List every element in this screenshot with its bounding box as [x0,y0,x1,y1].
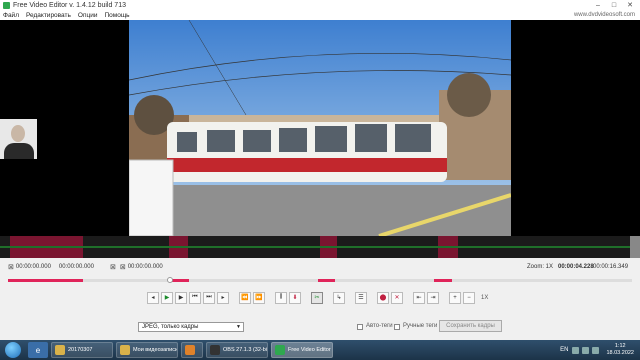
taskbar-item[interactable] [181,342,203,358]
taskbar-app-icon [55,345,65,355]
clock[interactable]: 1:12 18.03.2022 [606,343,634,357]
save-frames-button[interactable]: Сохранить кадры [439,320,502,332]
previous-frame-button[interactable]: ⏮ [189,291,201,304]
auto-tags-label: Авто-теги [366,323,393,329]
manual-tags-label: Ручные теги [403,323,438,329]
timeline-scrollbar[interactable] [630,236,640,258]
audio-waveform [0,246,640,248]
windows-start-icon [5,342,21,358]
menu-options[interactable]: Опции [78,12,98,19]
menu-help[interactable]: Помощь [104,12,129,19]
next-marker-button[interactable]: ⇥ [427,291,439,304]
video-frame[interactable] [129,20,511,236]
window-controls: – □ ✕ [590,0,638,10]
zoom-out-button[interactable]: − [463,291,475,304]
rotate-button[interactable]: ↳ [333,291,345,304]
timeline-track[interactable] [0,236,640,258]
taskbar-app-icon [120,345,130,355]
network-icon[interactable] [582,346,590,354]
scrub-bar[interactable] [8,277,632,283]
menu-bar: Файл Редактировать Опции Помощь www.dvdv… [0,11,640,20]
scrub-handle[interactable] [166,277,173,283]
maximize-button[interactable]: □ [606,0,622,10]
clock-date: 18.03.2022 [606,350,634,356]
manual-tags-checkbox[interactable] [394,324,400,330]
taskbar-item-label: Мои видеозаписи [133,347,178,353]
go-end-button[interactable]: ⏩ [253,291,265,304]
format-select[interactable]: JPEG, только кадры ▼ [138,322,244,332]
remove-marker-button[interactable]: ✕ [391,291,403,304]
settings-button[interactable]: ☰ [355,291,367,304]
play-selection-button[interactable]: ▶ [175,291,187,304]
ie-icon[interactable]: e [28,342,48,358]
add-marker-button[interactable]: ⬤ [377,291,389,304]
zoom-label: Zoom: 1X [527,264,554,270]
taskbar-item[interactable]: OBS 27.1.3 (32-bit... [206,342,268,358]
export-footer: JPEG, только кадры ▼ Авто-теги Ручные те… [0,320,640,334]
scrub-segment [8,279,83,282]
taskbar-item[interactable]: Мои видеозаписи [116,342,178,358]
zoom-in-button[interactable]: + [449,291,461,304]
time-info-row: ⊠ 00:00:00.000 00:00:00.000 ⊠ ⊠ 00:00:00… [0,262,640,272]
current-position: 00:00:04.228 [558,264,594,270]
webcam-thumbnail [0,119,37,159]
play-button[interactable]: ▶ [161,291,173,304]
windows-taskbar: e 20170307 Мои видеозаписи OBS 27.1.3 (32-… [0,340,640,360]
system-tray: EN 1:12 18.03.2022 [560,340,640,360]
step-back-button[interactable]: ◂ [147,291,159,304]
minimize-button[interactable]: – [590,0,606,10]
menu-file[interactable]: Файл [3,12,19,19]
website-link[interactable]: www.dvdvideosoft.com [574,12,635,18]
taskbar-item-label: OBS 27.1.3 (32-bit... [223,347,268,353]
scrub-segment [433,279,453,282]
taskbar-app-icon [210,345,220,355]
taskbar-item[interactable]: 20170307 [51,342,113,358]
split-button[interactable]: ⫼ [275,291,287,304]
previous-marker-button[interactable]: ⇤ [413,291,425,304]
start-button[interactable] [0,340,26,360]
mark-cut-icon[interactable]: ⊠ [120,263,126,271]
app-icon [3,2,10,9]
export-frame-button[interactable]: ⬇ [289,291,301,304]
taskbar-item[interactable]: Free Video Editor [271,342,333,358]
taskbar-app-icon [185,345,195,355]
mark-cut-time: 00:00:00.000 [127,264,163,270]
menu-edit[interactable]: Редактировать [26,12,71,19]
mark-out-time: 00:00:00.000 [58,264,94,270]
scrub-segment [318,279,335,282]
auto-tags-checkbox[interactable] [357,324,363,330]
clock-time: 1:12 [614,343,626,349]
scrub-segment [171,279,189,282]
language-indicator[interactable]: EN [560,347,568,353]
taskbar-app-icon [275,345,285,355]
mark-in-icon[interactable]: ⊠ [8,263,14,271]
taskbar-item-label: Free Video Editor [288,347,331,353]
mark-in-time: 00:00:00.000 [15,264,51,270]
mark-out-icon[interactable]: ⊠ [110,263,116,271]
chevron-down-icon: ▼ [236,324,241,330]
video-preview-area [0,20,640,236]
window-title: Free Video Editor v. 1.4.12 build 713 [13,2,126,9]
close-button[interactable]: ✕ [622,0,638,10]
cut-button[interactable]: ✂ [311,291,323,304]
title-bar: Free Video Editor v. 1.4.12 build 713 – … [0,0,640,11]
volume-icon[interactable] [592,346,600,354]
taskbar-item-label: 20170307 [68,347,93,353]
go-start-button[interactable]: ⏪ [239,291,251,304]
next-frame-button[interactable]: ⏭ [203,291,215,304]
zoom-value: 1X [481,294,489,301]
total-duration: 00:00:16.349 [593,264,629,270]
playback-controls: ◂ ▶ ▶ ⏮ ⏭ ▸ ⏪ ⏩ ⫼ ⬇ ✂ ↳ ☰ ⬤ ✕ ⇤ ⇥ + − 1X [147,291,488,304]
step-forward-button[interactable]: ▸ [217,291,229,304]
tray-icon[interactable] [572,346,580,354]
format-select-value: JPEG, только кадры [142,324,199,330]
